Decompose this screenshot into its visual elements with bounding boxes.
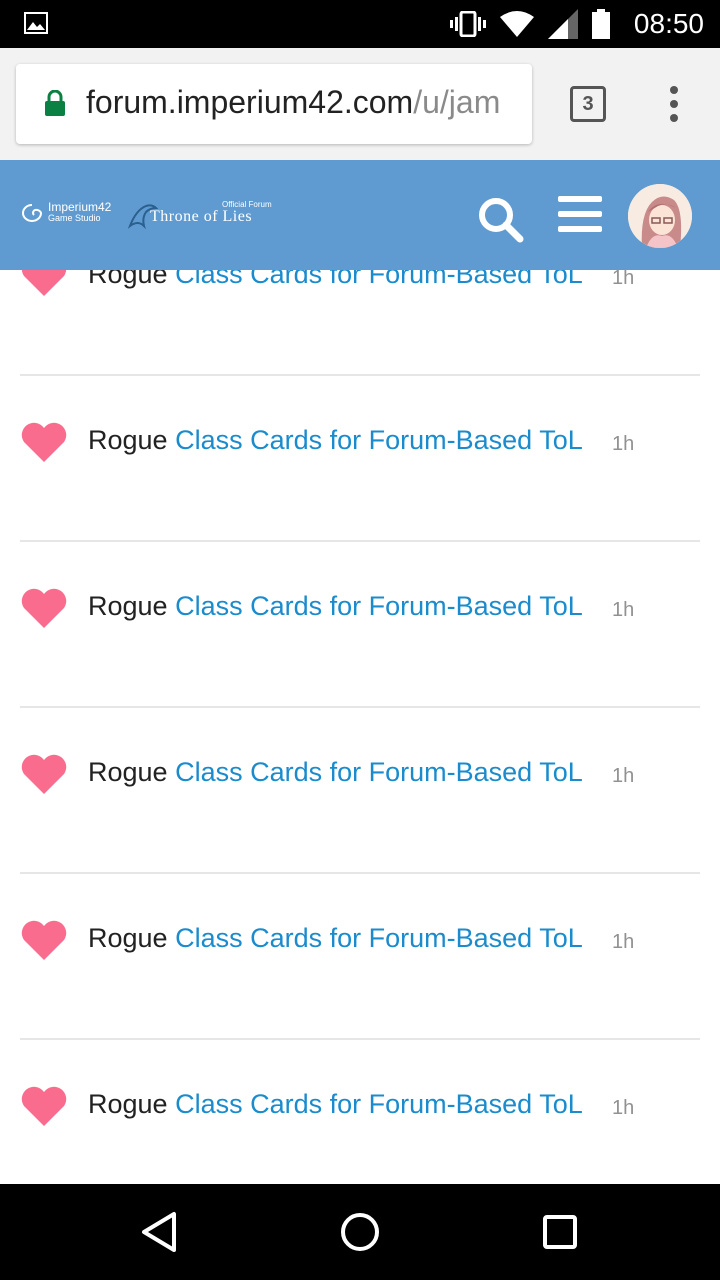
navigation-bar	[0, 1184, 720, 1280]
battery-icon	[591, 9, 610, 39]
status-bar: 08:50	[0, 0, 720, 48]
vibrate-icon	[449, 11, 486, 37]
topic-link[interactable]: Class Cards for Forum-Based ToL	[175, 1089, 583, 1119]
url-host: forum.imperium42.com	[86, 84, 414, 120]
post-time: 1h	[612, 765, 635, 787]
browser-toolbar: forum.imperium42.com/u/jam 3	[0, 48, 720, 160]
category-label: Rogue	[88, 591, 168, 621]
heart-icon	[21, 1086, 67, 1126]
post-time: 1h	[612, 433, 635, 455]
post-time: 1h	[612, 1097, 635, 1119]
heart-icon	[21, 754, 67, 794]
list-item[interactable]: Rogue Class Cards for Forum-Based ToL 1h	[0, 1040, 720, 1184]
hamburger-menu-icon[interactable]	[558, 196, 602, 232]
more-options-icon[interactable]	[660, 84, 688, 124]
list-item[interactable]: Rogue Class Cards for Forum-Based ToL 1h	[0, 376, 720, 542]
heart-icon	[21, 920, 67, 960]
category-label: Rogue	[88, 757, 168, 787]
image-icon	[24, 12, 48, 34]
list-item[interactable]: Rogue Class Cards for Forum-Based ToL 1h	[0, 874, 720, 1040]
brand1-subtitle: Game Studio	[48, 213, 101, 223]
tab-switcher-button[interactable]: 3	[570, 86, 606, 122]
topic-link[interactable]: Class Cards for Forum-Based ToL	[175, 425, 583, 455]
heart-icon	[21, 422, 67, 462]
back-icon[interactable]	[136, 1208, 184, 1256]
category-label: Rogue	[88, 1089, 168, 1119]
category-label: Rogue	[88, 270, 168, 289]
tab-count: 3	[582, 92, 594, 115]
topic-link[interactable]: Class Cards for Forum-Based ToL	[175, 757, 583, 787]
list-item[interactable]: Rogue Class Cards for Forum-Based ToL 1h	[0, 708, 720, 874]
home-icon[interactable]	[336, 1208, 384, 1256]
user-avatar[interactable]	[628, 184, 692, 248]
wifi-icon	[499, 11, 534, 37]
lock-icon	[45, 90, 65, 116]
category-label: Rogue	[88, 923, 168, 953]
url-path: /u/jam	[413, 84, 501, 120]
site-header: Imperium42 Game Studio Official Forum Th…	[0, 160, 720, 270]
address-bar[interactable]: forum.imperium42.com/u/jam	[16, 64, 532, 144]
heart-icon	[21, 588, 67, 628]
topic-link[interactable]: Class Cards for Forum-Based ToL	[175, 923, 583, 953]
post-time: 1h	[612, 599, 635, 621]
recents-icon[interactable]	[536, 1208, 584, 1256]
list-item[interactable]: Rogue Class Cards for Forum-Based ToL 1h	[0, 270, 720, 376]
heart-icon	[21, 270, 67, 296]
clock: 08:50	[633, 8, 704, 39]
swirl-logo-icon	[22, 204, 43, 222]
post-time: 1h	[612, 270, 635, 289]
activity-feed: Rogue Class Cards for Forum-Based ToL 1h…	[0, 270, 720, 1184]
signal-icon	[547, 9, 578, 39]
brand1-name: Imperium42	[48, 200, 112, 214]
avatar-image	[628, 184, 692, 248]
category-label: Rogue	[88, 425, 168, 455]
list-item[interactable]: Rogue Class Cards for Forum-Based ToL 1h	[0, 542, 720, 708]
topic-link[interactable]: Class Cards for Forum-Based ToL	[175, 270, 583, 289]
search-icon[interactable]	[476, 195, 524, 243]
url-text: forum.imperium42.com/u/jam	[86, 84, 500, 121]
post-time: 1h	[612, 931, 635, 953]
brand2-name: Throne of Lies	[150, 208, 253, 225]
imperium42-logo[interactable]: Imperium42 Game Studio	[20, 200, 112, 224]
topic-link[interactable]: Class Cards for Forum-Based ToL	[175, 591, 583, 621]
